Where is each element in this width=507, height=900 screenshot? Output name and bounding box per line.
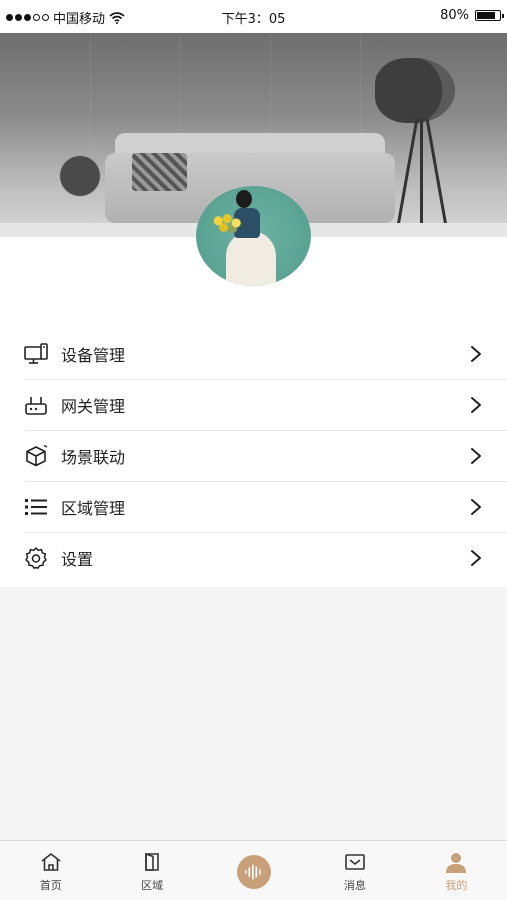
chevron-right-icon: [471, 549, 481, 566]
menu-item-device-management[interactable]: 设备管理: [0, 328, 507, 379]
menu-item-gateway-management[interactable]: 网关管理: [0, 379, 507, 430]
tab-label: 首页: [39, 879, 62, 892]
tab-messages[interactable]: 消息: [304, 841, 405, 900]
tab-area[interactable]: 区域: [101, 841, 202, 900]
settings-menu: 设备管理 网关管理 场景联动 区域管理 设置: [0, 328, 507, 583]
menu-item-label: 场景联动: [61, 447, 126, 467]
voice-button[interactable]: [236, 855, 271, 889]
tab-home[interactable]: 首页: [0, 841, 101, 900]
status-time: 下午3：05: [221, 12, 286, 27]
home-icon: [41, 853, 61, 871]
tab-profile[interactable]: 我的: [406, 841, 507, 900]
tab-label: 我的: [445, 879, 468, 892]
tab-label: 区域: [141, 879, 164, 892]
status-bar: 中国移动 下午3：05 80%: [0, 0, 507, 33]
cube-icon: [24, 444, 48, 468]
door-icon: [145, 852, 159, 871]
chevron-right-icon: [471, 447, 481, 464]
menu-item-label: 设备管理: [61, 345, 126, 365]
list-icon: [24, 495, 48, 519]
user-icon: [446, 853, 467, 873]
voice-icon: [244, 864, 261, 880]
tab-label: 消息: [343, 879, 366, 892]
gateway-icon: [24, 393, 48, 417]
device-icon: [24, 342, 48, 366]
menu-item-label: 网关管理: [61, 396, 126, 416]
menu-item-area-management[interactable]: 区域管理: [0, 481, 507, 532]
gear-icon: [24, 546, 48, 570]
menu-item-label: 设置: [61, 549, 94, 569]
avatar[interactable]: [196, 186, 311, 286]
tab-voice[interactable]: [203, 841, 304, 900]
chevron-right-icon: [471, 396, 481, 413]
mail-icon: [345, 854, 365, 870]
battery-percent: 80%: [440, 8, 469, 23]
status-right: 80%: [440, 8, 504, 23]
battery-icon: [475, 10, 504, 21]
bottom-tab-bar: 首页 区域 消息 我的: [0, 840, 507, 900]
chevron-right-icon: [471, 345, 481, 362]
chevron-right-icon: [471, 498, 481, 515]
menu-item-label: 区域管理: [61, 498, 126, 518]
menu-item-scene-linkage[interactable]: 场景联动: [0, 430, 507, 481]
menu-item-settings[interactable]: 设置: [0, 532, 507, 583]
